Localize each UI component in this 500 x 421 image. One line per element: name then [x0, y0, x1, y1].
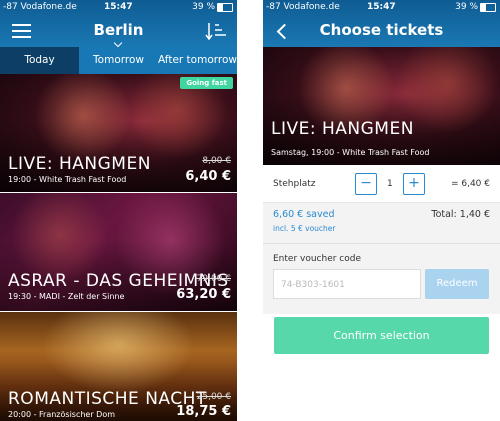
- price: 6,40 €: [185, 169, 231, 184]
- clock: 15:47: [104, 2, 133, 12]
- city-selector[interactable]: Berlin: [0, 21, 237, 39]
- battery-level: 39 %: [192, 2, 215, 12]
- old-price: 8,00 €: [202, 156, 231, 166]
- total-price: Total: 1,40 €: [431, 209, 490, 220]
- event-list-screen: -87 Vodafone.de 15:47 39 % Berlin Today …: [0, 0, 237, 421]
- decrease-button[interactable]: −: [355, 173, 377, 195]
- choose-tickets-screen: -87 Vodafone.de 15:47 39 % Choose ticket…: [263, 0, 500, 421]
- status-bar: -87 Vodafone.de 15:47 39 %: [0, 0, 237, 14]
- going-fast-badge: Going fast: [180, 77, 233, 89]
- ticket-type: Stehplatz: [273, 179, 316, 189]
- day-tabs: Today Tomorrow After tomorrow: [0, 47, 237, 74]
- price: 18,75 €: [176, 404, 231, 419]
- sort-icon[interactable]: [205, 22, 227, 41]
- voucher-label: Enter voucher code: [273, 254, 362, 264]
- event-meta: 19:30 - MADI - Zelt der Sinne: [8, 292, 125, 301]
- tab-today[interactable]: Today: [0, 47, 79, 74]
- event-card-asrar[interactable]: ASRAR - DAS GEHEIMNIS 19:30 - MADI - Zel…: [0, 193, 237, 311]
- status-bar: -87 Vodafone.de 15:47 39 %: [263, 0, 500, 14]
- savings-row: 6,60 € saved incl. 5 € voucher Total: 1,…: [263, 203, 500, 244]
- voucher-info: incl. 5 € voucher: [273, 224, 336, 233]
- ticket-quantity: 1: [387, 179, 393, 189]
- battery-icon: [217, 3, 233, 12]
- carrier: -87 Vodafone.de: [3, 2, 77, 12]
- line-price: = 6,40 €: [450, 179, 490, 189]
- event-meta: 20:00 - Französischer Dom: [8, 410, 116, 419]
- saved-amount: 6,60 € saved: [273, 209, 335, 220]
- event-title: LIVE: HANGMEN: [8, 154, 151, 174]
- page-title: Choose tickets: [319, 21, 444, 39]
- tab-tomorrow[interactable]: Tomorrow: [79, 47, 158, 74]
- event-card-hangmen[interactable]: Going fast LIVE: HANGMEN 19:00 - White T…: [0, 74, 237, 192]
- ticket-row: Stehplatz − 1 + = 6,40 €: [263, 165, 500, 203]
- confirm-selection-button[interactable]: Confirm selection: [274, 317, 489, 354]
- tab-after-tomorrow[interactable]: After tomorrow: [158, 47, 237, 74]
- event-title: LIVE: HANGMEN: [271, 119, 414, 139]
- voucher-input[interactable]: 74-B303-1601: [273, 269, 421, 299]
- event-banner: LIVE: HANGMEN Samstag, 19:00 - White Tra…: [263, 47, 500, 165]
- voucher-section: Enter voucher code 74-B303-1601 Redeem: [263, 244, 500, 314]
- event-card-romantische-nacht[interactable]: ROMANTISCHE NACHT 20:00 - Französischer …: [0, 312, 237, 421]
- event-meta: 19:00 - White Trash Fast Food: [8, 175, 127, 184]
- increase-button[interactable]: +: [403, 173, 425, 195]
- old-price: 25,00 €: [196, 392, 231, 402]
- redeem-button[interactable]: Redeem: [425, 269, 489, 299]
- battery-icon: [480, 3, 496, 12]
- old-price: 79,00 €: [196, 274, 231, 284]
- battery-level: 39 %: [455, 2, 478, 12]
- event-meta: Samstag, 19:00 - White Trash Fast Food: [271, 148, 430, 157]
- carrier: -87 Vodafone.de: [266, 2, 340, 12]
- price: 63,20 €: [176, 287, 231, 302]
- clock: 15:47: [367, 2, 396, 12]
